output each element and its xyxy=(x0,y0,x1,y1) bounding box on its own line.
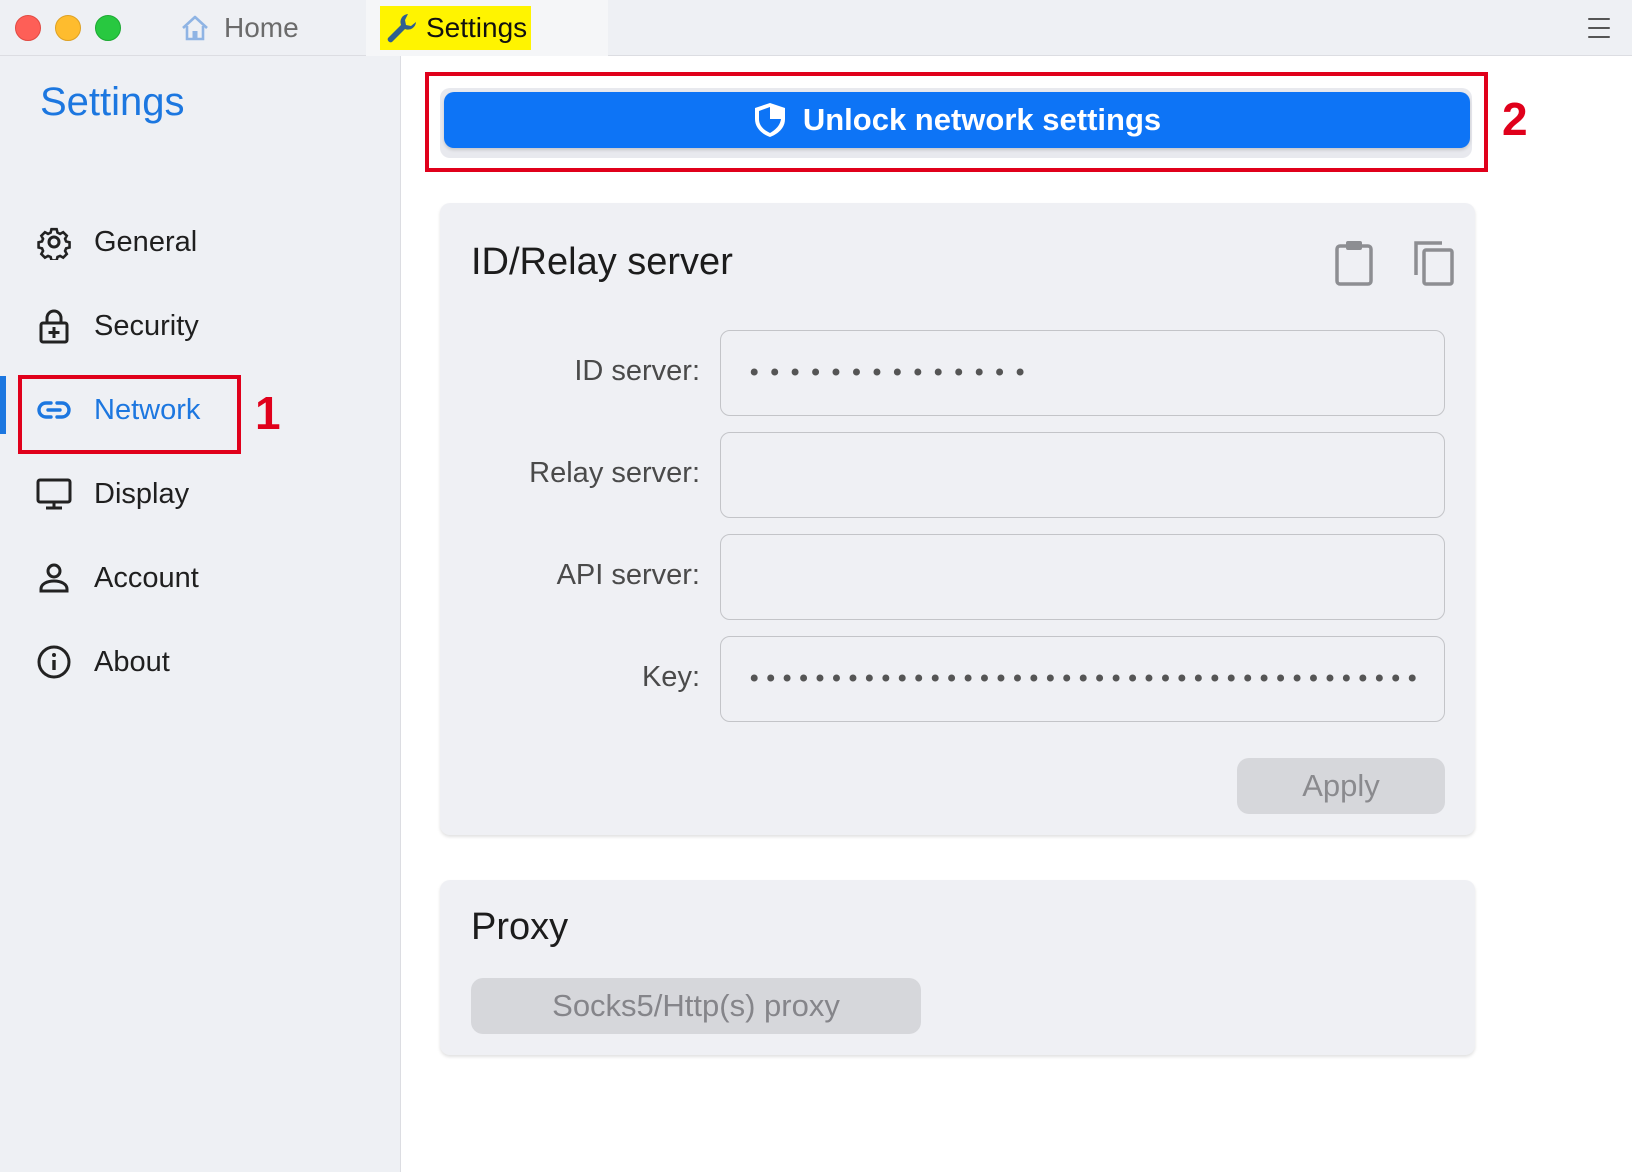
tab-settings-highlight: Settings xyxy=(380,6,532,50)
sidebar-item-label: Account xyxy=(94,561,199,594)
minimize-window-button[interactable] xyxy=(55,15,81,41)
settings-window: Home Settings Settings General Security … xyxy=(0,0,1632,1172)
relay-server-input[interactable] xyxy=(720,432,1445,518)
tab-home-label: Home xyxy=(224,12,299,43)
sidebar-title: Settings xyxy=(40,80,185,124)
key-label: Key: xyxy=(641,661,700,693)
title-bar: Home Settings xyxy=(0,0,1632,56)
sidebar: Settings General Security Network Displa… xyxy=(0,56,401,1172)
sidebar-item-account[interactable]: Account xyxy=(0,542,400,614)
unlock-network-settings-button[interactable]: Unlock network settings xyxy=(444,92,1470,148)
card-title: ID/Relay server xyxy=(471,241,733,283)
key-input[interactable] xyxy=(720,636,1445,722)
id-server-label: ID server: xyxy=(574,355,700,387)
annotation-number-1: 1 xyxy=(255,387,281,439)
copy-icon[interactable] xyxy=(1411,239,1455,287)
id-server-input[interactable] xyxy=(720,330,1445,416)
sidebar-item-label: Display xyxy=(94,477,190,510)
tab-settings[interactable]: Settings xyxy=(366,0,608,56)
home-icon xyxy=(180,13,210,43)
wrench-icon xyxy=(384,11,418,45)
info-icon xyxy=(36,644,72,680)
socks5-proxy-button[interactable]: Socks5/Http(s) proxy xyxy=(471,978,921,1034)
id-relay-server-card: ID/Relay server ID server: Relay server:… xyxy=(440,203,1475,835)
annotation-number-2: 2 xyxy=(1502,93,1528,145)
zoom-window-button[interactable] xyxy=(95,15,121,41)
card-title: Proxy xyxy=(471,906,569,948)
lock-icon xyxy=(36,308,72,344)
shield-icon xyxy=(753,101,787,139)
sidebar-item-general[interactable]: General xyxy=(0,206,400,278)
active-indicator xyxy=(0,376,6,434)
sidebar-item-label: Security xyxy=(94,309,199,342)
api-server-input[interactable] xyxy=(720,534,1445,620)
sidebar-item-label: About xyxy=(94,645,170,678)
annotation-box-network xyxy=(18,375,241,454)
hamburger-menu-icon[interactable] xyxy=(1588,18,1610,38)
tab-settings-label: Settings xyxy=(426,12,528,43)
monitor-icon xyxy=(36,476,72,512)
person-icon xyxy=(36,560,72,596)
proxy-card: Proxy Socks5/Http(s) proxy xyxy=(440,880,1475,1055)
unlock-button-label: Unlock network settings xyxy=(802,102,1162,137)
relay-server-label: Relay server: xyxy=(529,457,700,489)
sidebar-item-label: General xyxy=(94,225,198,258)
sidebar-item-display[interactable]: Display xyxy=(0,458,400,530)
close-window-button[interactable] xyxy=(15,15,41,41)
sidebar-item-security[interactable]: Security xyxy=(0,290,400,362)
sidebar-item-about[interactable]: About xyxy=(0,626,400,698)
apply-button[interactable]: Apply xyxy=(1237,758,1445,814)
clipboard-icon[interactable] xyxy=(1332,239,1376,287)
tab-home[interactable]: Home xyxy=(170,0,365,56)
api-server-label: API server: xyxy=(556,559,700,591)
gear-icon xyxy=(36,224,72,260)
